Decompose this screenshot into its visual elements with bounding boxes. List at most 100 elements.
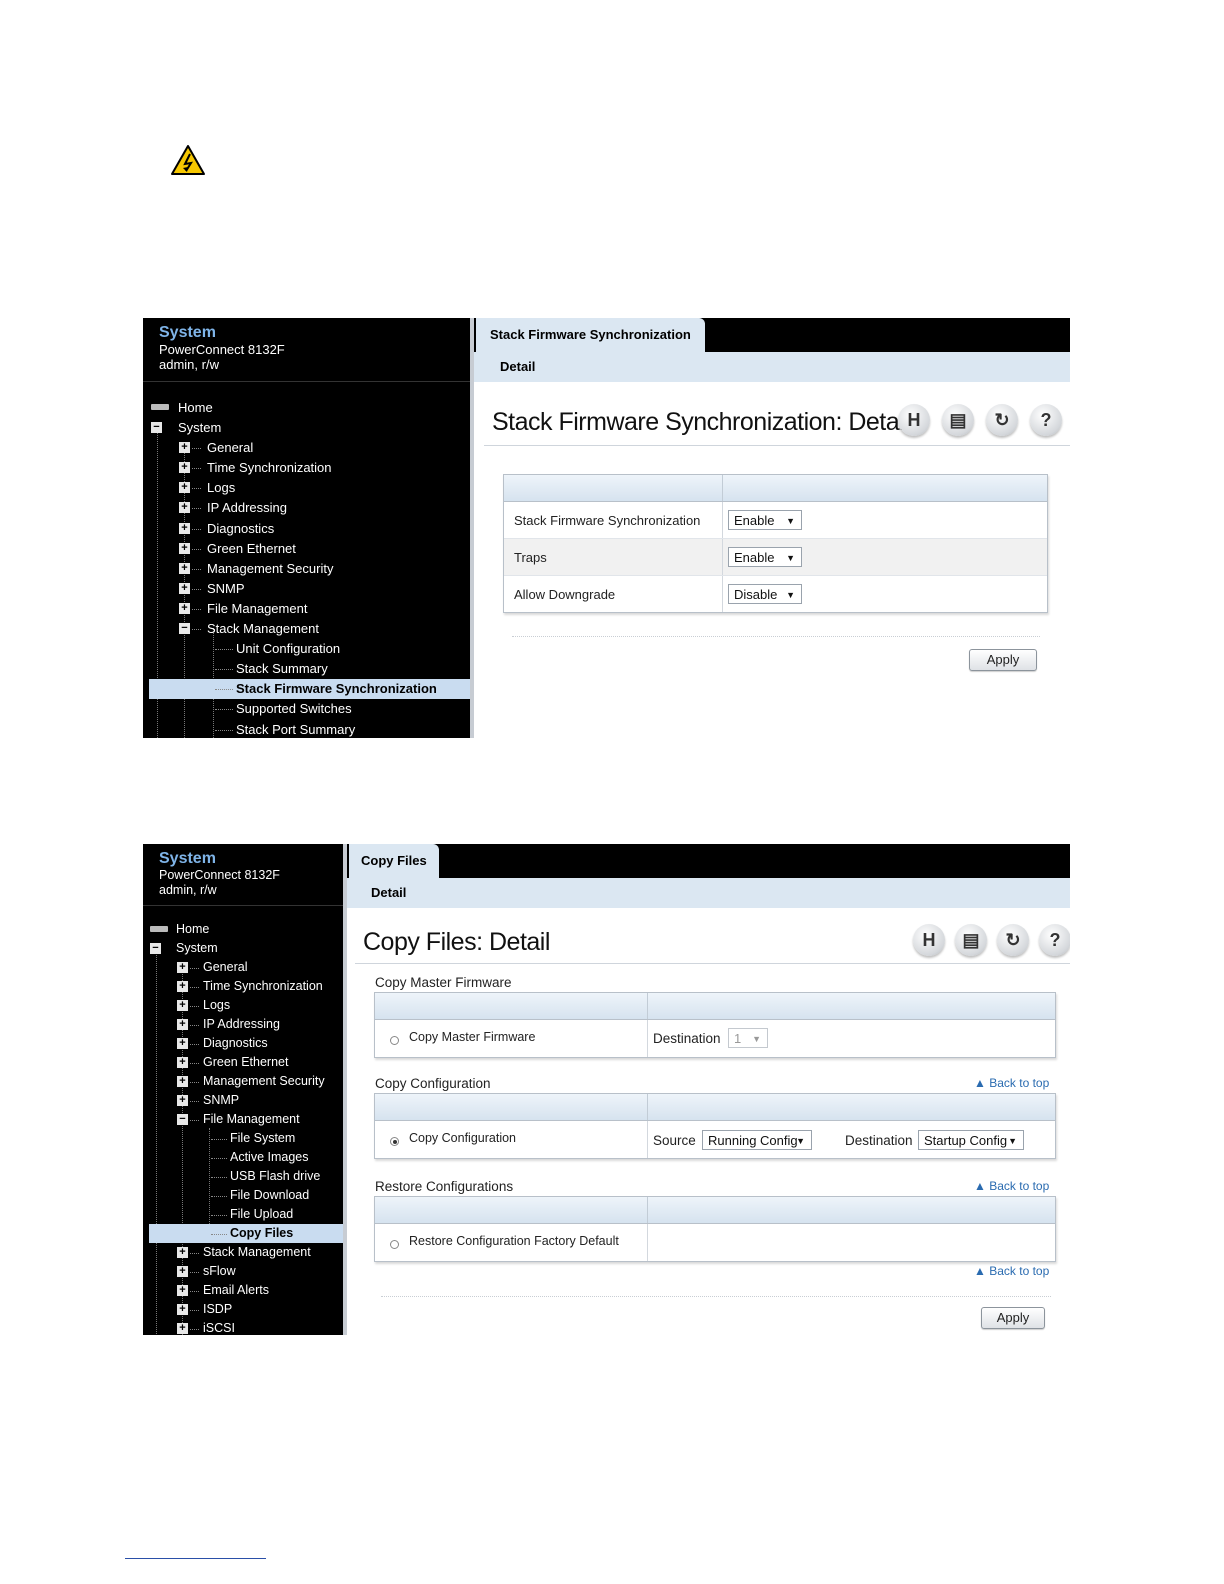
tree-item-home[interactable]: Home xyxy=(143,920,343,939)
tree-item-ip-addressing[interactable]: + IP Addressing xyxy=(143,498,470,518)
table-row: Stack Firmware Synchronization Enable ▼ xyxy=(504,502,1047,539)
panel-row: Copy Configuration Source Running Config… xyxy=(375,1121,1055,1158)
copy-master-firmware-radio[interactable] xyxy=(390,1036,399,1045)
tree-item-active-images[interactable]: Active Images xyxy=(143,1148,343,1167)
nav-header: System PowerConnect 8132F admin, r/w xyxy=(143,318,470,382)
page-title: Copy Files: Detail xyxy=(363,928,550,956)
subtab-detail[interactable]: Detail xyxy=(347,878,1070,908)
save-icon[interactable]: H xyxy=(913,924,945,956)
back-to-top-link[interactable]: ▲ Back to top xyxy=(974,1179,1049,1193)
tree-item-time-sync[interactable]: + Time Synchronization xyxy=(143,977,343,996)
row-label: Traps xyxy=(514,550,547,565)
tree-item-email-alerts[interactable]: + Email Alerts xyxy=(143,1281,343,1300)
copy-configuration-panel: Copy Configuration Source Running Config… xyxy=(374,1093,1056,1159)
tree-item-sflow[interactable]: + sFlow xyxy=(143,1262,343,1281)
tree-item-file-management[interactable]: − File Management xyxy=(143,1110,343,1129)
tree-item-diagnostics[interactable]: + Diagnostics xyxy=(143,1034,343,1053)
divider xyxy=(512,636,1040,637)
panel-header xyxy=(375,1094,1055,1121)
stack-firmware-sync-select[interactable]: Enable ▼ xyxy=(728,510,802,530)
page-title: Stack Firmware Synchronization: Detail xyxy=(492,408,910,436)
tree-item-file-download[interactable]: File Download xyxy=(143,1186,343,1205)
tree-item-stack-management[interactable]: + Stack Management xyxy=(143,1243,343,1262)
nav-tree: Home − System + General + Time Synchronizat… xyxy=(143,398,470,738)
settings-table: Stack Firmware Synchronization Enable ▼ T… xyxy=(503,474,1048,613)
stack-firmware-screenshot: System PowerConnect 8132F admin, r/w Hom… xyxy=(143,318,1070,738)
refresh-icon[interactable]: ↻ xyxy=(986,404,1018,436)
tree-item-isdp[interactable]: + ISDP xyxy=(143,1300,343,1319)
tab-bar: Stack Firmware Synchronization xyxy=(474,318,1070,352)
traps-select[interactable]: Enable ▼ xyxy=(728,547,802,567)
title-divider xyxy=(355,963,1070,964)
table-header xyxy=(504,475,1047,502)
tree-item-management-security[interactable]: + Management Security xyxy=(143,559,470,579)
tree-item-stack-firmware-sync[interactable]: Stack Firmware Synchronization xyxy=(149,679,470,700)
nav-tree: Home − System + General + Time Synchronizat… xyxy=(143,920,343,1335)
master-destination-select[interactable]: 1 ▼ xyxy=(728,1028,768,1048)
print-icon[interactable]: ▤ xyxy=(942,404,974,436)
tree-item-unit-configuration[interactable]: Unit Configuration xyxy=(143,639,470,659)
tree-item-copy-files[interactable]: Copy Files xyxy=(149,1224,343,1243)
destination-label: Destination xyxy=(845,1133,913,1148)
source-select[interactable]: Running Config ▼ xyxy=(702,1130,812,1150)
tree-item-stack-summary[interactable]: Stack Summary xyxy=(143,659,470,679)
apply-button[interactable]: Apply xyxy=(981,1307,1045,1329)
tree-item-green-ethernet[interactable]: + Green Ethernet xyxy=(143,539,470,559)
tree-item-logs[interactable]: + Logs xyxy=(143,996,343,1015)
help-icon[interactable]: ? xyxy=(1039,924,1070,956)
tab-stack-firmware-sync[interactable]: Stack Firmware Synchronization xyxy=(476,318,705,352)
tree-item-file-system[interactable]: File System xyxy=(143,1129,343,1148)
tree-item-general[interactable]: + General xyxy=(143,958,343,977)
radio-label: Restore Configuration Factory Default xyxy=(409,1234,619,1248)
tree-item-time-sync[interactable]: + Time Synchronization xyxy=(143,458,470,478)
tree-item-home[interactable]: Home xyxy=(143,398,470,418)
restore-factory-default-radio[interactable] xyxy=(390,1240,399,1249)
tree-item-file-management[interactable]: + File Management xyxy=(143,599,470,619)
print-icon[interactable]: ▤ xyxy=(955,924,987,956)
footnote-rule xyxy=(125,1558,266,1559)
subtab-detail[interactable]: Detail xyxy=(474,352,1070,382)
tree-item-stack-management[interactable]: − Stack Management xyxy=(143,619,470,639)
panel-row: Copy Master Firmware Destination 1 ▼ xyxy=(375,1020,1055,1057)
tree-item-file-upload[interactable]: File Upload xyxy=(143,1205,343,1224)
radio-label: Copy Configuration xyxy=(409,1131,517,1145)
title-divider xyxy=(484,445,1070,446)
tab-copy-files[interactable]: Copy Files xyxy=(349,844,439,878)
tree-item-management-security[interactable]: + Management Security xyxy=(143,1072,343,1091)
section-title-master: Copy Master Firmware xyxy=(375,975,512,990)
panel-row: Restore Configuration Factory Default xyxy=(375,1224,1055,1261)
tree-item-ip-addressing[interactable]: + IP Addressing xyxy=(143,1015,343,1034)
copy-configuration-radio[interactable] xyxy=(390,1137,399,1146)
tree-item-snmp[interactable]: + SNMP xyxy=(143,1091,343,1110)
save-icon[interactable]: H xyxy=(898,404,930,436)
copy-files-screenshot: System PowerConnect 8132F admin, r/w Hom… xyxy=(143,844,1070,1335)
toolbar: H ▤ ↻ ? xyxy=(898,404,1062,436)
tree-item-system[interactable]: − System xyxy=(143,418,470,438)
allow-downgrade-select[interactable]: Disable ▼ xyxy=(728,584,802,604)
tree-item-iscsi[interactable]: + iSCSI xyxy=(143,1319,343,1335)
tree-item-stack-port-summary[interactable]: Stack Port Summary xyxy=(143,720,470,739)
apply-button[interactable]: Apply xyxy=(969,649,1037,671)
master-firmware-panel: Copy Master Firmware Destination 1 ▼ xyxy=(374,992,1056,1058)
restore-configuration-panel: Restore Configuration Factory Default xyxy=(374,1196,1056,1262)
section-title-restore: Restore Configurations xyxy=(375,1179,514,1194)
tree-item-usb-flash-drive[interactable]: USB Flash drive xyxy=(143,1167,343,1186)
tree-item-logs[interactable]: + Logs xyxy=(143,478,470,498)
back-to-top-link[interactable]: ▲ Back to top xyxy=(974,1264,1049,1278)
warning-icon xyxy=(171,145,205,175)
refresh-icon[interactable]: ↻ xyxy=(997,924,1029,956)
config-destination-select[interactable]: Startup Config ▼ xyxy=(918,1130,1024,1150)
tree-item-green-ethernet[interactable]: + Green Ethernet xyxy=(143,1053,343,1072)
radio-label: Copy Master Firmware xyxy=(409,1030,536,1044)
tree-item-supported-switches[interactable]: Supported Switches xyxy=(143,699,470,719)
nav-user: admin, r/w xyxy=(159,883,217,897)
tree-item-general[interactable]: + General xyxy=(143,438,470,458)
tree-item-diagnostics[interactable]: + Diagnostics xyxy=(143,519,470,539)
nav-header: System PowerConnect 8132F admin, r/w xyxy=(143,844,343,906)
source-label: Source xyxy=(653,1133,696,1148)
back-to-top-link[interactable]: ▲ Back to top xyxy=(974,1076,1049,1090)
help-icon[interactable]: ? xyxy=(1030,404,1062,436)
tree-item-snmp[interactable]: + SNMP xyxy=(143,579,470,599)
tree-item-system[interactable]: − System xyxy=(143,939,343,958)
toolbar: H ▤ ↻ ? xyxy=(913,924,1070,956)
